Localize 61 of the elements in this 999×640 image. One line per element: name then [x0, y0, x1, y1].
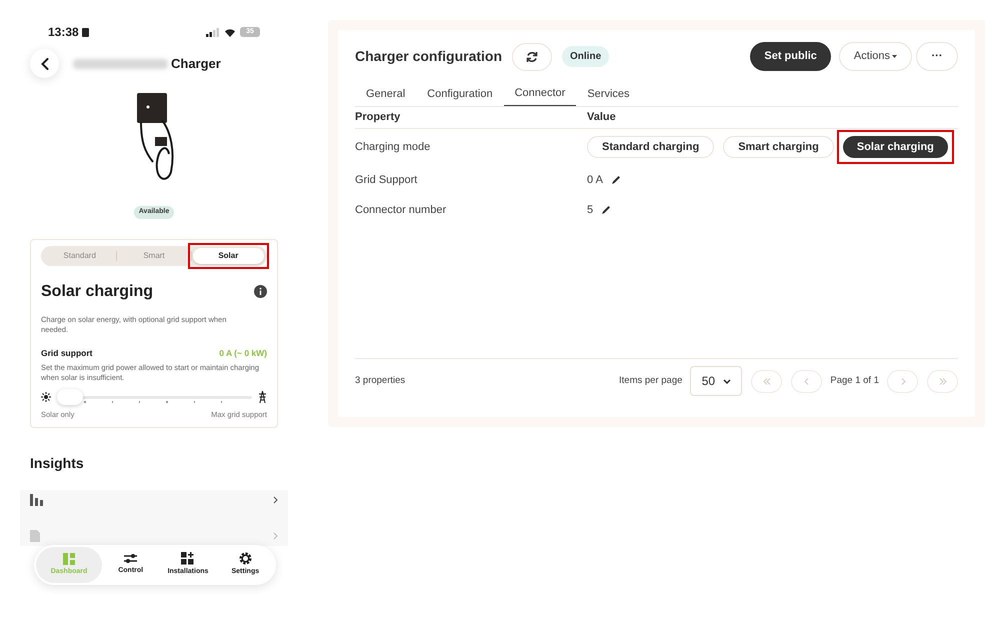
dashboard-icon — [63, 552, 75, 565]
property-name: Charging mode — [355, 140, 432, 155]
property-name: Connector number — [355, 202, 448, 218]
page-title: Charger — [171, 54, 221, 73]
person-badge-icon — [82, 28, 89, 36]
status-badge: Online — [562, 46, 610, 67]
apps-plus-icon — [181, 552, 194, 566]
previous-page-button[interactable] — [791, 370, 822, 392]
status-time: 13:38 — [48, 24, 79, 41]
signal-icon — [206, 28, 220, 36]
items-per-page-select[interactable]: 50 — [690, 366, 742, 396]
grid-support-reading: 0 A (~ 0 kW) — [219, 346, 267, 360]
item-count: 3 properties — [355, 374, 406, 388]
back-icon — [40, 58, 48, 70]
caret-icon — [892, 55, 897, 58]
mode-tab[interactable]: Solar — [192, 248, 264, 264]
slider-thumb[interactable] — [57, 389, 83, 406]
sliders-icon — [124, 553, 138, 564]
page-indicator: Page 1 of 1 — [830, 374, 879, 388]
document-icon — [30, 530, 40, 542]
refresh-button[interactable] — [512, 42, 552, 70]
settings-icon — [238, 552, 252, 566]
tab[interactable]: Configuration — [416, 82, 504, 106]
panel-title: Charger configuration — [355, 47, 502, 66]
refresh-icon — [526, 50, 538, 62]
items-per-page-label: Items per page — [619, 374, 682, 388]
first-page-button[interactable] — [751, 370, 782, 392]
last-page-icon — [938, 378, 946, 384]
more-button[interactable]: ··· — [916, 42, 958, 71]
column-header: Value — [587, 110, 616, 126]
charging-mode-option[interactable]: Solar charging — [842, 136, 948, 158]
property-value: 5 — [587, 202, 594, 218]
pencil-icon[interactable] — [601, 205, 612, 215]
tab[interactable]: Connector — [504, 82, 576, 106]
wifi-icon — [224, 28, 236, 36]
first-page-icon — [762, 378, 771, 384]
last-page-button[interactable] — [927, 370, 958, 392]
pylon-icon — [258, 391, 267, 404]
charging-mode-option[interactable]: Standard charging — [587, 136, 714, 158]
previous-page-icon — [802, 378, 811, 384]
slider[interactable] — [57, 389, 252, 406]
card-title: Solar charging — [41, 282, 154, 302]
bar-chart-icon — [30, 494, 44, 506]
chevron-down-icon — [723, 378, 732, 384]
next-page-icon — [898, 378, 906, 384]
set-public-button[interactable]: Set public — [750, 42, 831, 71]
property-name: Grid Support — [355, 172, 418, 188]
tab[interactable]: General — [355, 82, 416, 106]
property-value: 0 A — [587, 172, 603, 188]
next-page-button[interactable] — [887, 370, 918, 392]
section-title: Insights — [30, 454, 85, 473]
info-icon[interactable] — [254, 285, 267, 298]
chevron-right-icon[interactable] — [273, 496, 278, 504]
charging-mode-option[interactable]: Smart charging — [723, 136, 834, 158]
actions-button[interactable]: Actions — [838, 42, 912, 71]
pencil-icon[interactable] — [610, 175, 621, 185]
back-button[interactable] — [30, 49, 59, 78]
column-header: Property — [355, 110, 402, 126]
sun-icon — [41, 392, 51, 402]
grid-support-label: Grid support — [41, 346, 92, 360]
tab[interactable]: Services — [576, 82, 641, 106]
